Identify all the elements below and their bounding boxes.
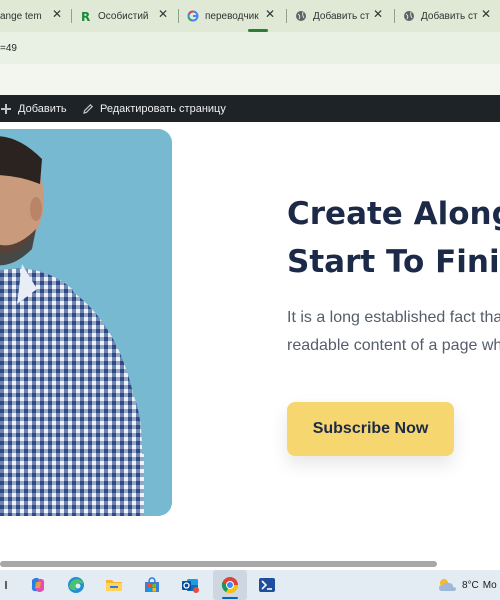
chrome-active-indicator	[222, 597, 238, 599]
tab-separator	[71, 9, 72, 23]
browser-tab-strip: ange tem ✕ R Особистий ✕ переводчик ✕ До…	[0, 0, 500, 32]
store-icon[interactable]	[141, 574, 163, 596]
tab-separator	[178, 9, 179, 23]
horizontal-scrollbar[interactable]	[0, 560, 500, 570]
tab-3[interactable]: переводчик ✕	[187, 5, 277, 27]
subscribe-now-button[interactable]: Subscribe Now	[287, 402, 454, 456]
plus-icon	[0, 103, 12, 115]
address-bar[interactable]: =49	[0, 32, 500, 64]
wp-admin-bar: Добавить Редактировать страницу	[0, 95, 500, 122]
hero-paragraph: It is a long established fact that reada…	[287, 304, 500, 360]
tab-1[interactable]: ange tem ✕	[0, 5, 64, 27]
close-icon[interactable]: ✕	[156, 7, 170, 21]
windows-taskbar: 8°C Mo	[0, 570, 500, 600]
edit-page-button[interactable]: Редактировать страницу	[82, 95, 226, 122]
hero-heading-line-2: Start To Finish	[287, 244, 500, 280]
hero-paragraph-line-2: readable content of a page when	[287, 337, 500, 354]
scrollbar-thumb[interactable]	[0, 561, 437, 567]
weather-text: Mo	[482, 579, 497, 591]
outlook-icon[interactable]	[179, 574, 201, 596]
url-text: =49	[0, 43, 17, 54]
pencil-icon	[82, 103, 94, 115]
tab-label: Добавить ст	[421, 10, 478, 22]
edge-icon[interactable]	[65, 574, 87, 596]
tab-separator	[286, 9, 287, 23]
globe-icon	[403, 10, 415, 22]
tab-separator	[394, 9, 395, 23]
tab-label: переводчик	[205, 10, 259, 22]
file-explorer-icon[interactable]	[103, 574, 125, 596]
edit-page-label: Редактировать страницу	[100, 102, 226, 115]
close-icon[interactable]: ✕	[371, 7, 385, 21]
bookmarks-bar	[0, 64, 500, 95]
globe-icon	[295, 10, 307, 22]
add-new-button[interactable]: Добавить	[0, 95, 67, 122]
weather-widget[interactable]: 8°C Mo	[437, 575, 497, 595]
tab-label: ange tem	[0, 10, 42, 22]
tab-4[interactable]: Добавить ст ✕	[295, 5, 385, 27]
hero-heading-line-1: Create Along	[287, 196, 500, 232]
chrome-icon[interactable]	[219, 574, 241, 596]
powershell-icon[interactable]	[256, 574, 278, 596]
r-logo-icon: R	[80, 10, 92, 22]
add-new-label: Добавить	[18, 102, 67, 115]
taskbar-overflow-icon[interactable]	[0, 574, 14, 596]
tab-label: Особистий	[98, 10, 149, 22]
hero-heading: Create Along Start To Finish	[287, 190, 500, 286]
copilot-icon[interactable]	[27, 574, 49, 596]
tab-label: Добавить ст	[313, 10, 370, 22]
close-icon[interactable]: ✕	[50, 7, 64, 21]
hero-paragraph-line-1: It is a long established fact that	[287, 309, 500, 326]
weather-icon	[437, 577, 457, 593]
tab-5[interactable]: Добавить ст ✕	[403, 5, 493, 27]
page-content: Create Along Start To Finish It is a lon…	[0, 122, 500, 560]
hero-photo	[0, 129, 172, 516]
close-icon[interactable]: ✕	[263, 7, 277, 21]
close-icon[interactable]: ✕	[479, 7, 493, 21]
google-icon	[187, 10, 199, 22]
svg-text:R: R	[81, 10, 90, 22]
tab-2[interactable]: R Особистий ✕	[80, 5, 170, 27]
weather-temperature: 8°C	[462, 579, 479, 591]
